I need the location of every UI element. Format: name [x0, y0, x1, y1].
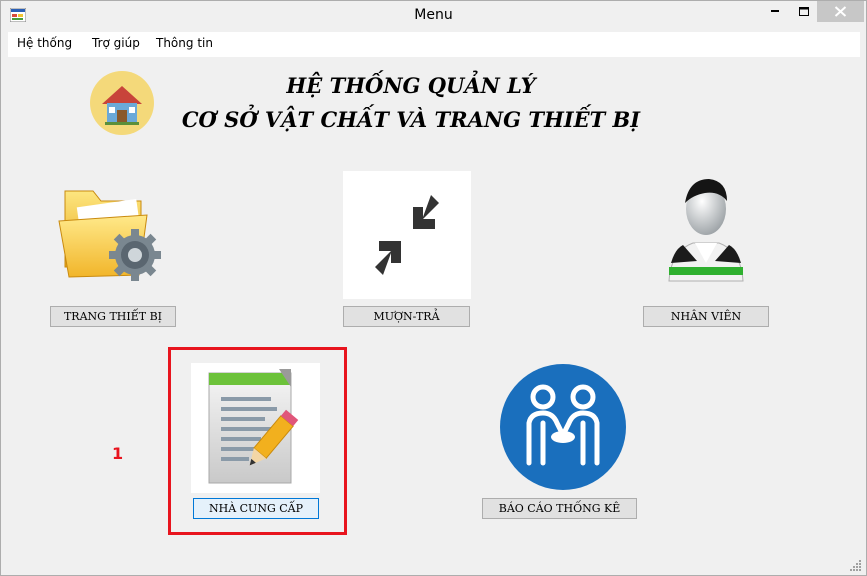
borrow-return-button[interactable]: MƯỢN-TRẢ — [343, 306, 470, 327]
close-button[interactable] — [817, 1, 864, 22]
person-avatar-icon[interactable] — [663, 171, 749, 299]
maximize-button[interactable] — [792, 1, 816, 22]
menu-he-thong[interactable]: Hệ thống — [17, 36, 72, 50]
equipment-button[interactable]: TRANG THIẾT BỊ — [50, 306, 176, 327]
system-title-line-1: HỆ THỐNG QUẢN LÝ — [286, 73, 536, 98]
report-button[interactable]: BÁO CÁO THỐNG KÊ — [482, 498, 637, 519]
window-title: Menu — [414, 7, 453, 23]
menu-tro-giup[interactable]: Trợ giúp — [92, 36, 140, 50]
resize-grip-icon[interactable] — [850, 559, 862, 571]
staff-button[interactable]: NHÂN VIÊN — [643, 306, 769, 327]
system-title-line-2: CƠ SỞ VẬT CHẤT VÀ TRANG THIẾT BỊ — [181, 107, 641, 132]
handshake-icon[interactable] — [499, 363, 627, 491]
title-bar[interactable]: Menu — [1, 1, 866, 32]
minimize-button[interactable] — [765, 1, 785, 22]
house-logo-icon — [90, 71, 154, 135]
menu-thong-tin[interactable]: Thông tin — [156, 36, 213, 50]
folder-gear-icon[interactable] — [53, 181, 163, 289]
close-icon — [834, 6, 847, 17]
step-number: 1 — [112, 444, 124, 463]
highlight-box — [168, 347, 347, 535]
menu-bar: Hệ thống Trợ giúp Thông tin — [8, 32, 860, 57]
menu-window: Menu Hệ thống Trợ giúp Thông tin HỆ THỐN… — [0, 0, 867, 576]
minimize-icon — [771, 10, 779, 12]
arrows-inward-icon[interactable] — [343, 171, 471, 299]
maximize-icon — [799, 7, 809, 16]
